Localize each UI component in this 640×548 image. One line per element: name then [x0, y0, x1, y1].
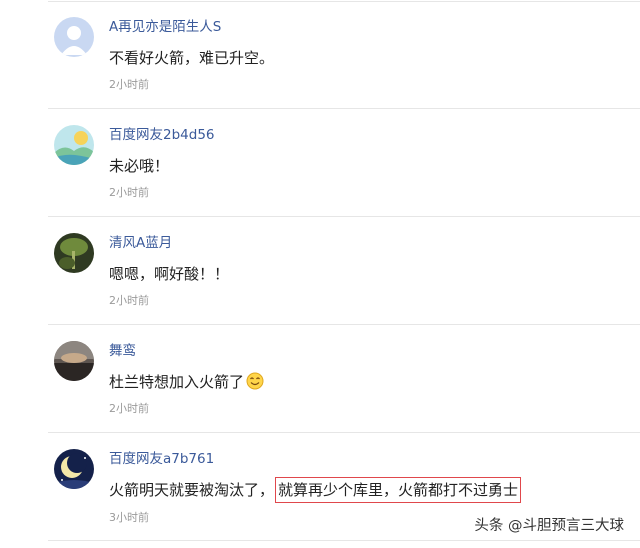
divider	[48, 216, 640, 217]
username[interactable]: 百度网友a7b761	[109, 450, 214, 468]
comment-text-body: 杜兰特想加入火箭了	[109, 373, 245, 391]
divider	[48, 324, 640, 325]
user-avatar[interactable]	[54, 17, 94, 57]
divider	[48, 108, 640, 109]
highlighted-text: 就算再少个库里，火箭都打不过勇士	[275, 477, 522, 503]
divider	[48, 540, 640, 541]
comment-text-body: 火箭明天就要被淘汰了，	[109, 481, 275, 499]
user-avatar[interactable]	[54, 233, 94, 273]
timestamp: 3小时前	[109, 511, 149, 524]
divider	[48, 432, 640, 433]
watermark-text: 头条 @斗胆预言三大球	[474, 518, 624, 534]
comment-text: 不看好火箭，难已升空。	[109, 49, 275, 67]
comment-text: 未必哦！	[109, 157, 170, 175]
timestamp: 2小时前	[109, 294, 149, 307]
smiley-emoji-icon	[246, 372, 264, 390]
username[interactable]: 百度网友2b4d56	[109, 126, 215, 144]
timestamp: 2小时前	[109, 402, 149, 415]
divider	[48, 1, 640, 2]
timestamp: 2小时前	[109, 186, 149, 199]
comment-text: 杜兰特想加入火箭了	[109, 371, 264, 393]
comment-text: 火箭明天就要被淘汰了， 就算再少个库里，火箭都打不过勇士	[109, 477, 522, 503]
user-avatar[interactable]	[54, 341, 94, 381]
username[interactable]: 舞鸾	[109, 342, 136, 360]
user-avatar[interactable]	[54, 125, 94, 165]
comment-text: 嗯嗯，啊好酸！！	[109, 265, 230, 283]
timestamp: 2小时前	[109, 78, 149, 91]
username[interactable]: 清风A蓝月	[109, 234, 172, 252]
username[interactable]: A再见亦是陌生人S	[109, 18, 221, 36]
user-avatar[interactable]	[54, 449, 94, 489]
